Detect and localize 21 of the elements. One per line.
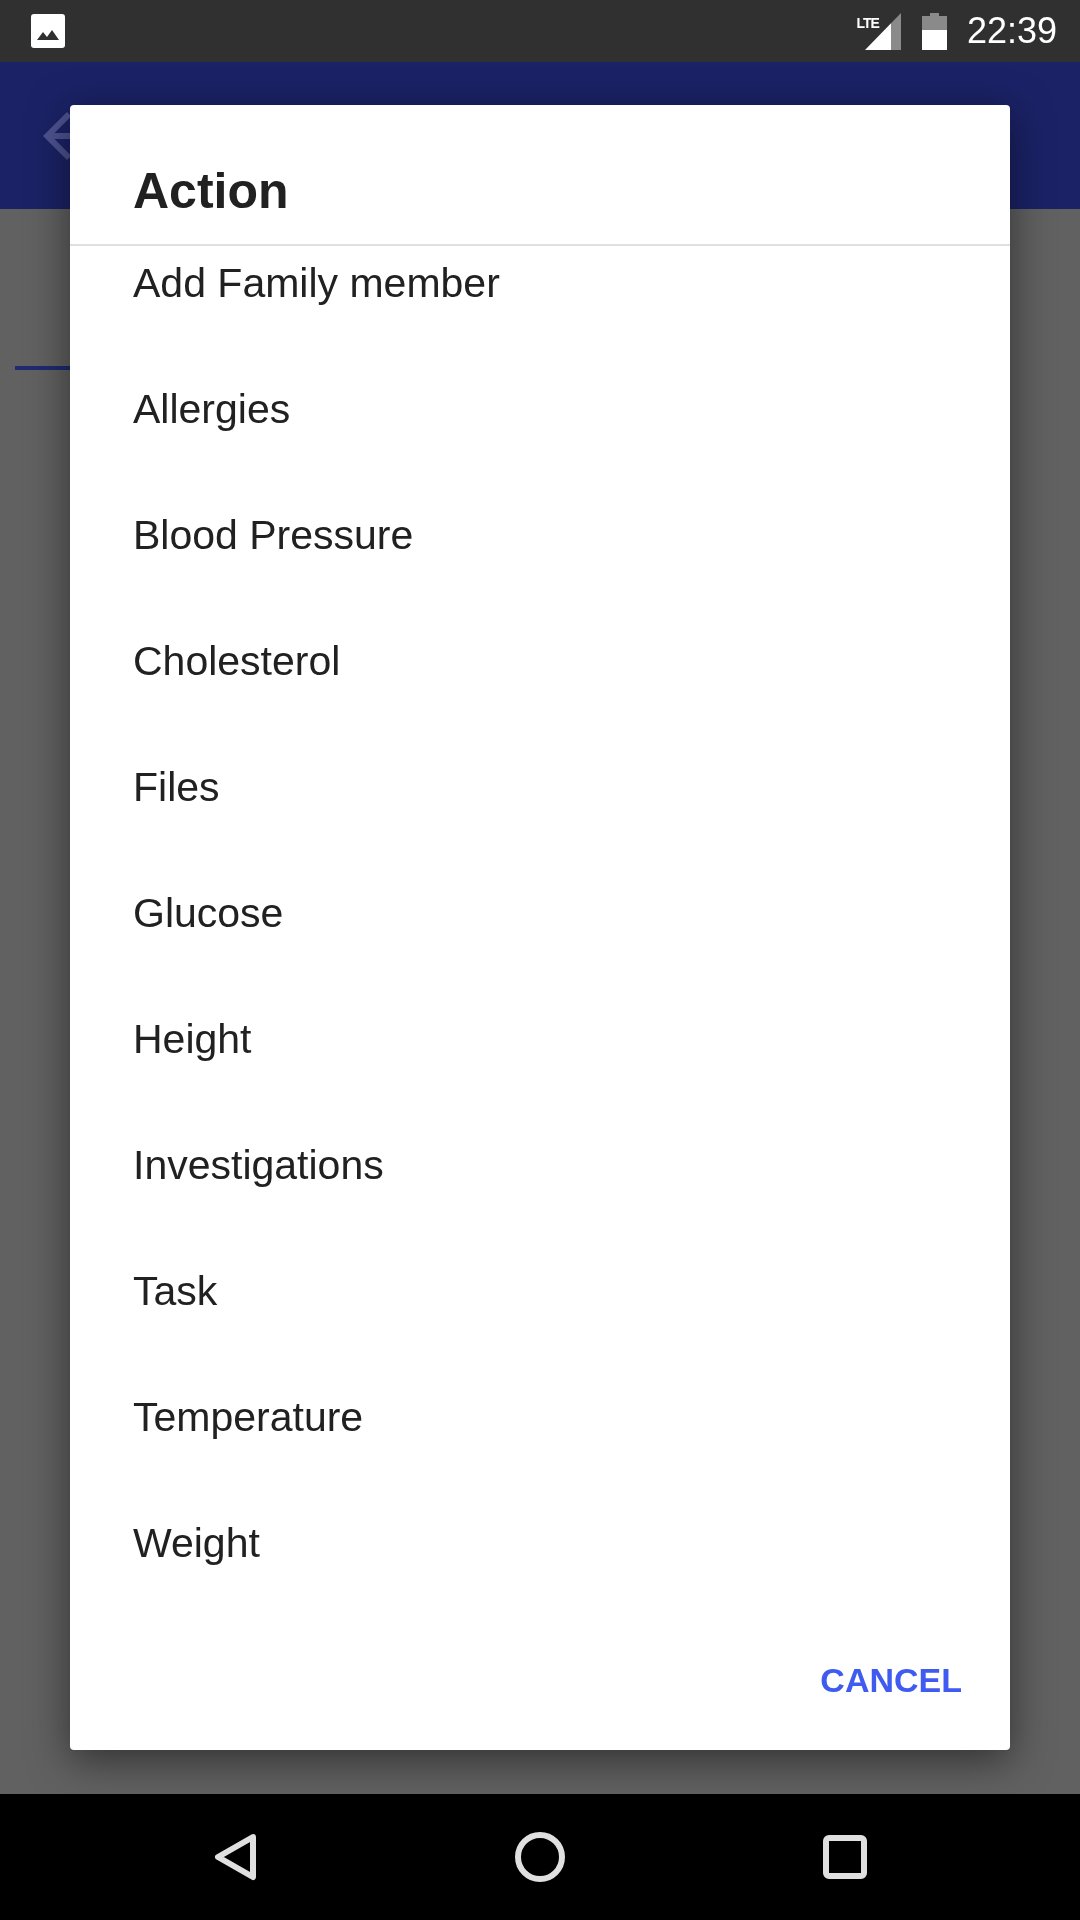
image-icon bbox=[31, 14, 65, 48]
home-icon[interactable] bbox=[514, 1832, 565, 1882]
menu-item[interactable]: Blood Pressure bbox=[133, 511, 414, 559]
status-time: 22:39 bbox=[966, 13, 1057, 49]
network-type-label: LTE bbox=[856, 16, 879, 30]
cancel-button[interactable]: CANCEL bbox=[812, 1644, 970, 1716]
menu-item[interactable]: Files bbox=[133, 763, 220, 811]
battery-icon bbox=[921, 12, 947, 50]
menu-item[interactable]: Investigations bbox=[133, 1141, 384, 1189]
menu-item[interactable]: Glucose bbox=[133, 889, 284, 937]
dialog-title: Action bbox=[133, 163, 289, 219]
back-icon[interactable] bbox=[213, 1833, 257, 1881]
menu-item[interactable]: Temperature bbox=[133, 1393, 364, 1441]
menu-item[interactable]: Cholesterol bbox=[133, 637, 341, 685]
menu-item[interactable]: Allergies bbox=[133, 385, 291, 433]
menu-item[interactable]: Weight bbox=[133, 1519, 260, 1567]
menu-item[interactable]: Height bbox=[133, 1015, 252, 1063]
menu-item[interactable]: Add Family member bbox=[133, 259, 500, 307]
tab-underline bbox=[15, 366, 70, 370]
menu-item[interactable]: Task bbox=[133, 1267, 218, 1315]
recents-icon[interactable] bbox=[822, 1835, 867, 1879]
